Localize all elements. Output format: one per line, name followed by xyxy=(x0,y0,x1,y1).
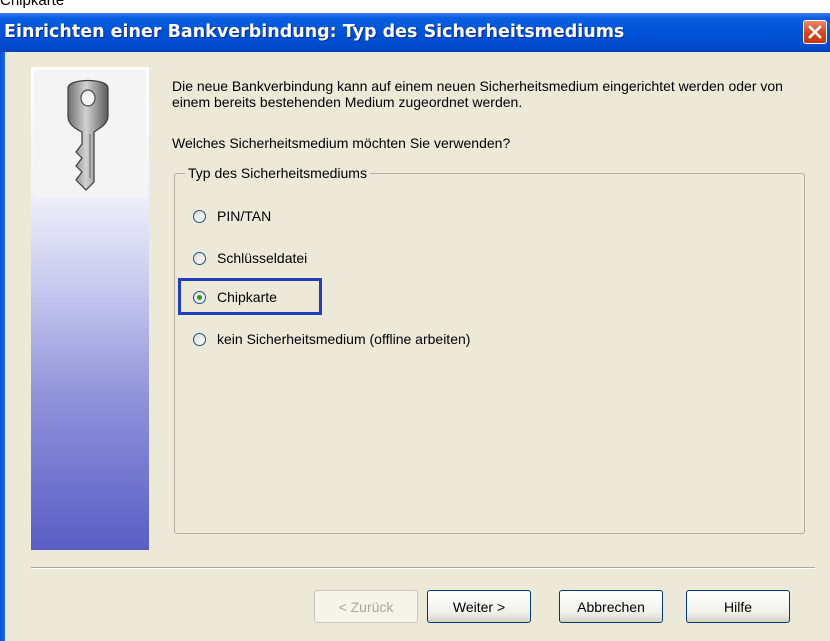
back-button[interactable]: < Zurück xyxy=(314,590,418,623)
help-button[interactable]: Hilfe xyxy=(686,590,790,623)
radio-button[interactable] xyxy=(193,251,206,265)
cropped-top-text: Chipkarte xyxy=(0,0,830,13)
selection-highlight xyxy=(178,278,322,315)
option-schluesseldatei[interactable]: Schlüsseldatei xyxy=(193,249,307,267)
option-label: Schlüsseldatei xyxy=(217,250,308,266)
radio-button[interactable] xyxy=(193,332,206,346)
wizard-side-panel xyxy=(31,67,149,550)
option-label: kein Sicherheitsmedium (offline arbeiten… xyxy=(217,331,471,347)
group-label: Typ des Sicherheitsmediums xyxy=(185,164,370,182)
option-label: PIN/TAN xyxy=(217,208,272,224)
cancel-button[interactable]: Abbrechen xyxy=(559,590,663,623)
window-frame-left xyxy=(0,52,5,641)
key-icon xyxy=(67,79,109,191)
description-text: Die neue Bankverbindung kann auf einem n… xyxy=(172,78,783,110)
window-title: Einrichten einer Bankverbindung: Typ des… xyxy=(4,22,625,42)
radio-button[interactable] xyxy=(193,209,206,223)
close-icon xyxy=(808,25,822,39)
option-pin-tan[interactable]: PIN/TAN xyxy=(193,207,271,225)
dialog-body: Die neue Bankverbindung kann auf einem n… xyxy=(0,52,830,641)
next-button[interactable]: Weiter > xyxy=(427,590,531,623)
close-button[interactable] xyxy=(803,20,827,44)
separator-line xyxy=(31,567,815,569)
question-text: Welches Sicherheitsmedium möchten Sie ve… xyxy=(172,135,511,151)
title-bar[interactable]: Einrichten einer Bankverbindung: Typ des… xyxy=(0,13,830,52)
security-medium-group: Typ des Sicherheitsmediums PIN/TAN Schlü… xyxy=(174,164,805,534)
key-image xyxy=(34,70,146,198)
option-kein-sicherheitsmedium[interactable]: kein Sicherheitsmedium (offline arbeiten… xyxy=(193,330,470,348)
cropped-top-label: Chipkarte xyxy=(0,0,65,9)
